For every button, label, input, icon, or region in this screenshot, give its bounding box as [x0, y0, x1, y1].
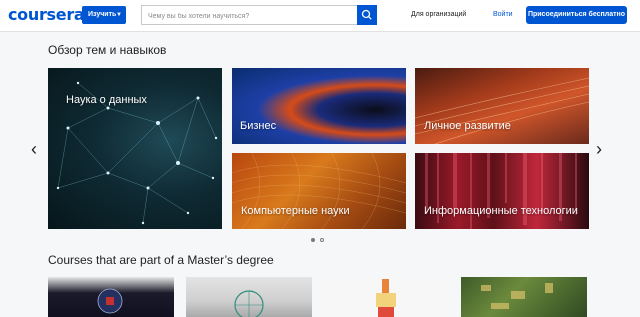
- explore-button-label: Изучить: [88, 11, 117, 18]
- carousel-dot[interactable]: [320, 238, 324, 242]
- chevron-down-icon: ▼: [116, 12, 122, 18]
- login-link[interactable]: Войти: [493, 11, 513, 18]
- carousel-prev-button[interactable]: ‹: [31, 140, 37, 158]
- course-card[interactable]: [48, 277, 174, 317]
- light-streaks-graphic: [415, 77, 589, 144]
- course-image: [376, 279, 396, 317]
- join-free-button[interactable]: Присоединиться бесплатно: [526, 6, 627, 24]
- course-card[interactable]: [324, 277, 450, 317]
- topic-label: Личное развитие: [424, 120, 511, 132]
- topic-tile-personal-development[interactable]: Личное развитие: [415, 68, 589, 144]
- topic-label: Информационные технологии: [424, 205, 578, 217]
- topic-tile-data-science[interactable]: Наука о данных: [48, 68, 222, 229]
- search-icon: [361, 9, 372, 20]
- course-image: [234, 290, 264, 317]
- masters-section-title: Courses that are part of a Master’s degr…: [48, 253, 274, 267]
- course-card[interactable]: [186, 277, 312, 317]
- mesh-graphic: [232, 153, 406, 229]
- top-header: coursera Изучить ▼ Для организаций Войти…: [0, 0, 640, 32]
- carousel-pagination: [311, 238, 331, 244]
- carousel-dot-active[interactable]: [311, 238, 315, 242]
- course-card[interactable]: [461, 277, 587, 317]
- topic-tile-computer-science[interactable]: Компьютерные науки: [232, 153, 406, 229]
- carousel-next-button[interactable]: ›: [596, 140, 602, 158]
- course-image: [481, 283, 553, 309]
- topic-label: Бизнес: [240, 120, 277, 132]
- search-bar: [141, 5, 377, 25]
- topic-tile-business[interactable]: Бизнес: [232, 68, 406, 144]
- topic-label: Наука о данных: [66, 94, 147, 106]
- explore-button[interactable]: Изучить ▼: [82, 6, 126, 24]
- coursera-logo[interactable]: coursera: [8, 5, 85, 24]
- search-input[interactable]: [146, 8, 355, 24]
- for-organizations-link[interactable]: Для организаций: [411, 11, 466, 18]
- topics-section-title: Обзор тем и навыков: [48, 43, 167, 57]
- course-image: [97, 288, 123, 314]
- topic-label: Компьютерные науки: [241, 205, 350, 217]
- search-button[interactable]: [357, 5, 377, 25]
- bars-graphic: [425, 153, 577, 229]
- topic-tile-information-technology[interactable]: Информационные технологии: [415, 153, 589, 229]
- network-graphic: [56, 81, 218, 225]
